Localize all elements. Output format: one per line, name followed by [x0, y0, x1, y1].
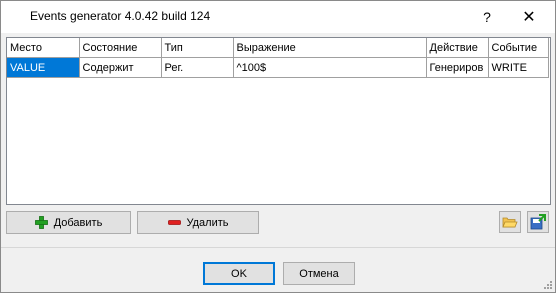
- resize-grip-icon[interactable]: [542, 279, 552, 289]
- cancel-button-label: Отмена: [299, 267, 339, 280]
- add-button[interactable]: Добавить: [6, 211, 131, 234]
- column-header-event[interactable]: Событие: [488, 38, 549, 58]
- minus-icon: [167, 216, 181, 229]
- cell-place[interactable]: VALUE: [7, 57, 80, 78]
- folder-open-icon: [502, 215, 518, 229]
- column-header-expression[interactable]: Выражение: [233, 38, 427, 58]
- plus-icon: [34, 216, 48, 229]
- column-header-type[interactable]: Тип: [161, 38, 234, 58]
- cell-type[interactable]: Рег.: [161, 57, 234, 78]
- close-icon: ✕: [522, 9, 536, 26]
- events-grid[interactable]: Место Состояние Тип Выражение Действие С…: [6, 37, 551, 205]
- delete-button-label: Удалить: [186, 216, 229, 229]
- table-row[interactable]: VALUE Содержит Рег. ^100$ Генериров WRIT…: [7, 57, 549, 78]
- cell-action[interactable]: Генериров: [426, 57, 489, 78]
- window-title: Events generator 4.0.42 build 124: [30, 9, 211, 23]
- events-table: Место Состояние Тип Выражение Действие С…: [7, 38, 549, 78]
- column-header-state[interactable]: Состояние: [79, 38, 162, 58]
- cancel-button[interactable]: Отмена: [283, 262, 355, 285]
- dialog-window: Events generator 4.0.42 build 124 ? ✕ Ме…: [0, 0, 556, 293]
- close-button[interactable]: ✕: [509, 1, 549, 33]
- ok-button[interactable]: OK: [203, 262, 275, 285]
- delete-button[interactable]: Удалить: [137, 211, 259, 234]
- save-icon: [530, 214, 546, 230]
- column-header-place[interactable]: Место: [7, 38, 80, 58]
- cell-event[interactable]: WRITE: [488, 57, 549, 78]
- ok-button-label: OK: [231, 267, 247, 280]
- header-row: Место Состояние Тип Выражение Действие С…: [7, 38, 549, 58]
- cell-expression[interactable]: ^100$: [233, 57, 427, 78]
- add-button-label: Добавить: [53, 216, 103, 229]
- cell-state[interactable]: Содержит: [79, 57, 162, 78]
- open-file-button[interactable]: [499, 211, 521, 233]
- help-button[interactable]: ?: [467, 1, 507, 33]
- save-file-button[interactable]: [527, 211, 549, 233]
- help-icon: ?: [483, 9, 491, 25]
- column-header-action[interactable]: Действие: [426, 38, 489, 58]
- divider: [1, 247, 555, 248]
- title-bar: Events generator 4.0.42 build 124 ? ✕: [1, 1, 555, 33]
